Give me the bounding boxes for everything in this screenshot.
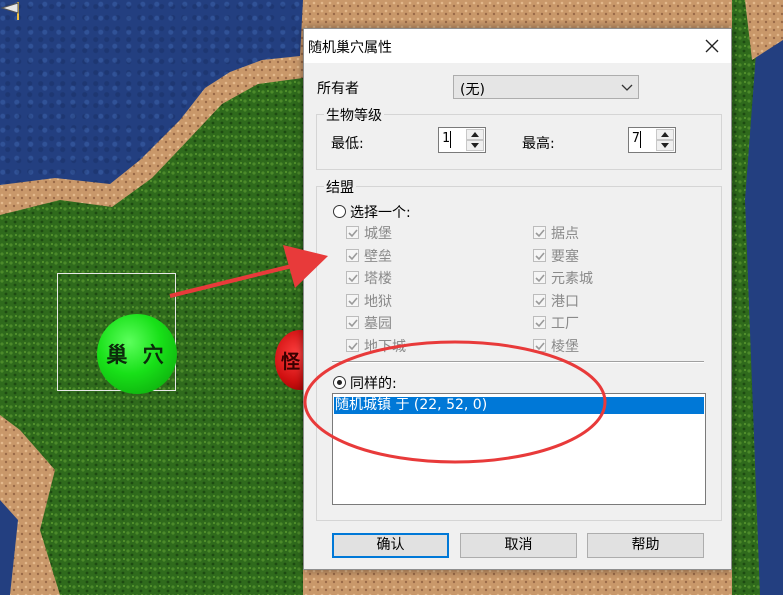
max-up-button[interactable] [656,129,674,140]
town-checkbox[interactable] [533,271,546,285]
checkmark-icon [348,297,358,305]
checkmark-icon [348,252,358,260]
same-as-radio[interactable] [333,376,346,389]
cancel-button[interactable]: 取消 [460,533,577,558]
checkmark-icon [535,252,545,260]
town-checkbox[interactable] [533,248,546,262]
town-checkbox[interactable] [533,293,546,307]
town-checkbox[interactable] [346,271,359,285]
town-checkbox-label: 要塞 [551,248,579,265]
town-checkbox-label: 棱堡 [551,339,579,355]
nest-label: 巢 穴 [106,342,168,367]
close-button[interactable] [699,33,725,59]
town-checkbox-label: 工厂 [551,316,579,333]
checkmark-icon [535,342,545,351]
town-checkbox[interactable] [346,293,359,307]
owner-label: 所有者 [317,81,359,97]
choose-one-radio[interactable] [333,205,346,218]
choose-one-label: 选择一个: [350,205,411,221]
town-checkbox-label: 壁垒 [364,248,392,265]
random-dwelling-object[interactable]: 巢 穴 [97,314,177,394]
town-checkbox[interactable] [346,339,359,352]
max-label: 最高: [522,136,555,152]
chevron-down-icon [621,84,633,91]
ok-button[interactable]: 确认 [332,533,449,558]
min-level-value: 1 [442,131,450,146]
checkmark-icon [348,342,358,351]
checkmark-icon [535,229,545,238]
creature-level-legend: 生物等级 [324,105,384,125]
checkmark-icon [535,274,545,283]
text-caret [450,131,451,148]
min-up-button[interactable] [466,129,484,140]
town-checkbox-label: 塔楼 [364,271,392,288]
town-checkbox-label: 地狱 [364,293,392,310]
checkmark-icon [348,274,358,283]
town-checkbox-label: 地下城 [364,339,406,355]
max-level-value: 7 [632,131,640,146]
town-checkbox[interactable] [533,339,546,352]
same-as-listbox[interactable]: 随机城镇 于 (22, 52, 0) [332,393,706,505]
min-label: 最低: [331,136,364,152]
separator [332,361,704,363]
flag-icon [0,2,19,20]
max-down-button[interactable] [656,140,674,151]
town-checkbox[interactable] [346,248,359,262]
arrow-up-icon [471,132,479,137]
arrow-down-icon [661,143,669,148]
town-checkbox[interactable] [533,316,546,330]
help-button[interactable]: 帮助 [587,533,704,558]
min-down-button[interactable] [466,140,484,151]
alignment-legend: 结盟 [324,177,356,197]
list-item[interactable]: 随机城镇 于 (22, 52, 0) [334,397,704,414]
checkmark-icon [348,319,358,328]
arrow-down-icon [471,143,479,148]
dialog-title: 随机巢穴属性 [308,40,392,56]
town-checkbox[interactable] [346,226,359,239]
owner-select[interactable]: (无) [453,75,639,99]
town-checkbox-label: 港口 [551,293,579,310]
town-checkbox-label: 元素城 [551,271,593,288]
town-checkbox-label: 城堡 [364,226,392,242]
title-bar[interactable]: 随机巢穴属性 [304,29,731,63]
arrow-up-icon [661,132,669,137]
town-checkbox-label: 据点 [551,226,579,242]
min-level-spinner[interactable]: 1 [438,127,486,153]
checkmark-icon [535,297,545,305]
close-icon [705,39,719,53]
text-caret [640,131,641,148]
checkmark-icon [535,319,545,328]
checkmark-icon [348,229,358,238]
max-level-spinner[interactable]: 7 [628,127,676,153]
owner-value: (无) [460,82,485,98]
town-checkbox[interactable] [346,316,359,330]
monster-label: 怪 [281,350,301,373]
dwelling-properties-dialog: 随机巢穴属性 所有者 (无) 生物等级 最低: 1 最高: 7 结盟 选择一个:… [303,28,732,570]
same-as-label: 同样的: [350,376,397,392]
town-checkbox-label: 墓园 [364,316,392,333]
town-checkbox[interactable] [533,226,546,239]
